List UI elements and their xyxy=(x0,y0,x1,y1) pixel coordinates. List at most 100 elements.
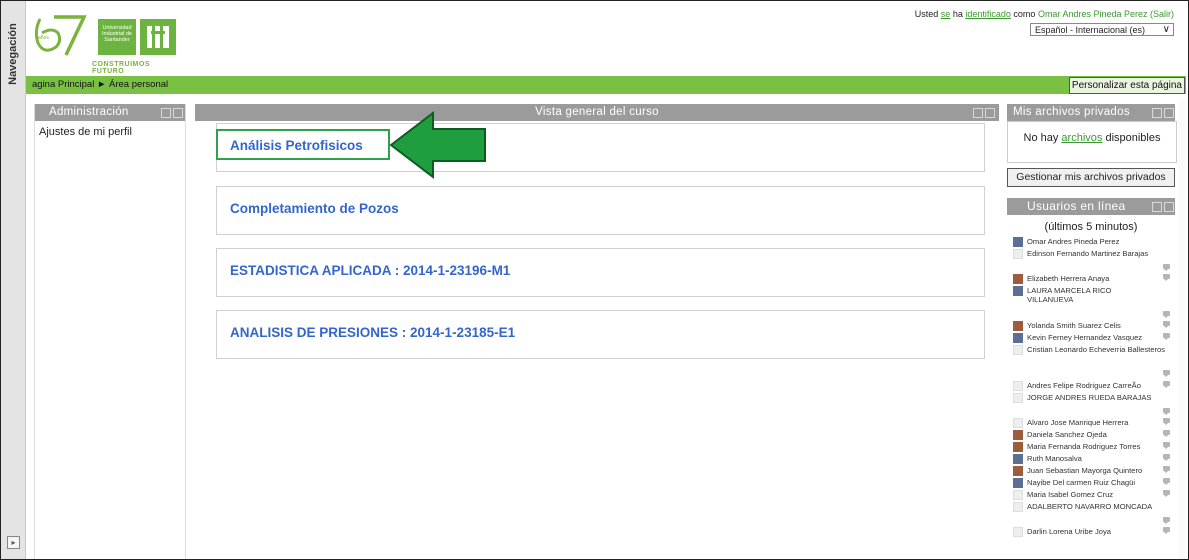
avatar xyxy=(1013,466,1023,476)
login-se-link[interactable]: se xyxy=(941,9,951,19)
avatar xyxy=(1013,237,1023,247)
message-icon[interactable] xyxy=(1163,490,1170,497)
user-name[interactable]: Nayibe Del carmen Ruiz Chagüi xyxy=(1027,478,1135,487)
avatar xyxy=(1013,333,1023,343)
course-link[interactable]: Completamiento de Pozos xyxy=(230,201,399,216)
online-users-header: Usuarios en línea xyxy=(1007,198,1175,215)
vertical-scrollbar[interactable] xyxy=(1178,101,1186,559)
login-identified-link[interactable]: identificado xyxy=(965,9,1011,19)
user-name[interactable]: Omar Andres Pineda Perez xyxy=(1027,237,1119,246)
dock-block-icon[interactable] xyxy=(1164,108,1174,118)
dock-block-icon[interactable] xyxy=(173,108,183,118)
admin-item-profile-settings[interactable]: Ajustes de mi perfil xyxy=(39,126,132,138)
language-select[interactable]: Español - Internacional (es) ∨ xyxy=(1030,23,1174,36)
svg-text:años: años xyxy=(38,35,49,41)
user-name[interactable]: Alvaro Jose Manrique Herrera xyxy=(1027,418,1128,427)
message-icon[interactable] xyxy=(1163,430,1170,437)
57-years-logo-icon: años xyxy=(34,15,87,56)
navigation-tab[interactable]: Navegación xyxy=(2,19,24,89)
course-card: ANALISIS DE PRESIONES : 2014-1-23185-E1 xyxy=(216,310,985,359)
minimize-icon[interactable] xyxy=(973,108,983,118)
message-icon[interactable] xyxy=(1163,478,1170,485)
uis-emblem-icon xyxy=(140,19,176,55)
user-name[interactable]: Yolanda Smith Suarez Celis xyxy=(1027,321,1121,330)
minimize-icon[interactable] xyxy=(161,108,171,118)
avatar xyxy=(1013,249,1023,259)
avatar xyxy=(1013,321,1023,331)
dock-block-icon[interactable] xyxy=(985,108,995,118)
user-name[interactable]: Maria Fernanda Rodriguez Torres xyxy=(1027,442,1140,451)
user-name[interactable]: Elizabeth Herrera Anaya xyxy=(1027,274,1109,283)
message-icon[interactable] xyxy=(1163,454,1170,461)
user-name[interactable]: Andres Felipe Rodriguez CarreÃo xyxy=(1027,381,1141,390)
login-prefix: Usted xyxy=(914,9,939,19)
message-icon[interactable] xyxy=(1163,381,1170,388)
files-link[interactable]: archivos xyxy=(1061,132,1102,144)
message-icon[interactable] xyxy=(1163,370,1170,377)
course-card: Completamiento de Pozos xyxy=(216,186,985,235)
language-value: Español - Internacional (es) xyxy=(1035,25,1146,35)
minimize-icon[interactable] xyxy=(1152,202,1162,212)
avatar xyxy=(1013,454,1023,464)
avatar xyxy=(1013,430,1023,440)
user-name[interactable]: Ruth Manosalva xyxy=(1027,454,1082,463)
green-arrow-icon xyxy=(389,111,486,179)
user-name[interactable]: ADALBERTO NAVARRO MONCADA xyxy=(1027,502,1152,511)
login-como: como xyxy=(1013,9,1036,19)
uis-logo[interactable]: años Universidad Industrial de Santander… xyxy=(32,11,182,75)
message-icon[interactable] xyxy=(1163,517,1170,524)
manage-private-files-button[interactable]: Gestionar mis archivos privados xyxy=(1007,168,1175,187)
university-name: Universidad Industrial de Santander xyxy=(102,25,132,43)
browser-frame: Navegación ▸ años Universidad Industrial… xyxy=(0,0,1189,560)
login-info: Usted se ha identificado como Omar Andre… xyxy=(915,9,1174,19)
message-icon[interactable] xyxy=(1163,418,1170,425)
avatar xyxy=(1013,274,1023,284)
breadcrumb[interactable]: agina Principal ► Área personal xyxy=(32,79,168,90)
user-name[interactable]: Juan Sebastian Mayorga Quintero xyxy=(1027,466,1142,475)
avatar xyxy=(1013,393,1023,403)
chevron-down-icon: ∨ xyxy=(1162,24,1170,35)
message-icon[interactable] xyxy=(1163,466,1170,473)
dock-icon[interactable]: ▸ xyxy=(7,536,20,549)
user-name[interactable]: Darlin Lorena Uribe Joya xyxy=(1027,527,1111,536)
user-name[interactable]: Edinson Fernando Martinez Barajas xyxy=(1027,249,1148,258)
avatar xyxy=(1013,490,1023,500)
no-files-text: No hay xyxy=(1023,132,1059,144)
message-icon[interactable] xyxy=(1163,442,1170,449)
avatar xyxy=(1013,286,1023,296)
highlight-box xyxy=(216,129,390,160)
logo-tagline: CONSTRUIMOS FUTURO xyxy=(92,61,150,75)
admin-block: Administración Ajustes de mi perfil xyxy=(34,104,186,559)
university-name-box: Universidad Industrial de Santander xyxy=(98,19,136,55)
user-name[interactable]: Maria Isabel Gomez Cruz xyxy=(1027,490,1113,499)
customize-page-button[interactable]: Personalizar esta página xyxy=(1068,77,1185,94)
dock-block-icon[interactable] xyxy=(1164,202,1174,212)
avatar xyxy=(1013,527,1023,537)
course-link[interactable]: ANALISIS DE PRESIONES : 2014-1-23185-E1 xyxy=(230,325,515,340)
message-icon[interactable] xyxy=(1163,527,1170,534)
course-card: ESTADISTICA APLICADA : 2014-1-23196-M1 xyxy=(216,248,985,297)
login-ha: ha xyxy=(952,9,963,19)
private-files-header: Mis archivos privados xyxy=(1007,104,1175,121)
minimize-icon[interactable] xyxy=(1152,108,1162,118)
no-files-suffix: disponibles xyxy=(1105,132,1161,144)
user-name[interactable]: Daniela Sanchez Ojeda xyxy=(1027,430,1107,439)
user-name[interactable]: JORGE ANDRES RUEDA BARAJAS xyxy=(1027,393,1151,402)
avatar xyxy=(1013,345,1023,355)
avatar xyxy=(1013,381,1023,391)
admin-block-header: Administración xyxy=(35,104,185,121)
course-link[interactable]: ESTADISTICA APLICADA : 2014-1-23196-M1 xyxy=(230,263,510,278)
right-sidebar: Mis archivos privados No hay archivos di… xyxy=(1007,104,1177,559)
message-icon[interactable] xyxy=(1163,321,1170,328)
user-profile-link[interactable]: Omar Andres Pineda Perez (Salir) xyxy=(1038,9,1174,19)
user-name[interactable]: LAURA MARCELA RICO VILLANUEVA xyxy=(1027,286,1157,304)
private-files-block: No hay archivos disponibles xyxy=(1007,121,1177,163)
user-name[interactable]: Cristian Leonardo Echeverria Ballesteros xyxy=(1027,345,1167,354)
message-icon[interactable] xyxy=(1163,311,1170,318)
message-icon[interactable] xyxy=(1163,274,1170,281)
user-name[interactable]: Kevin Ferney Hernandez Vasquez xyxy=(1027,333,1142,342)
course-overview-header: Vista general del curso xyxy=(195,104,999,121)
message-icon[interactable] xyxy=(1163,264,1170,271)
message-icon[interactable] xyxy=(1163,408,1170,415)
message-icon[interactable] xyxy=(1163,333,1170,340)
